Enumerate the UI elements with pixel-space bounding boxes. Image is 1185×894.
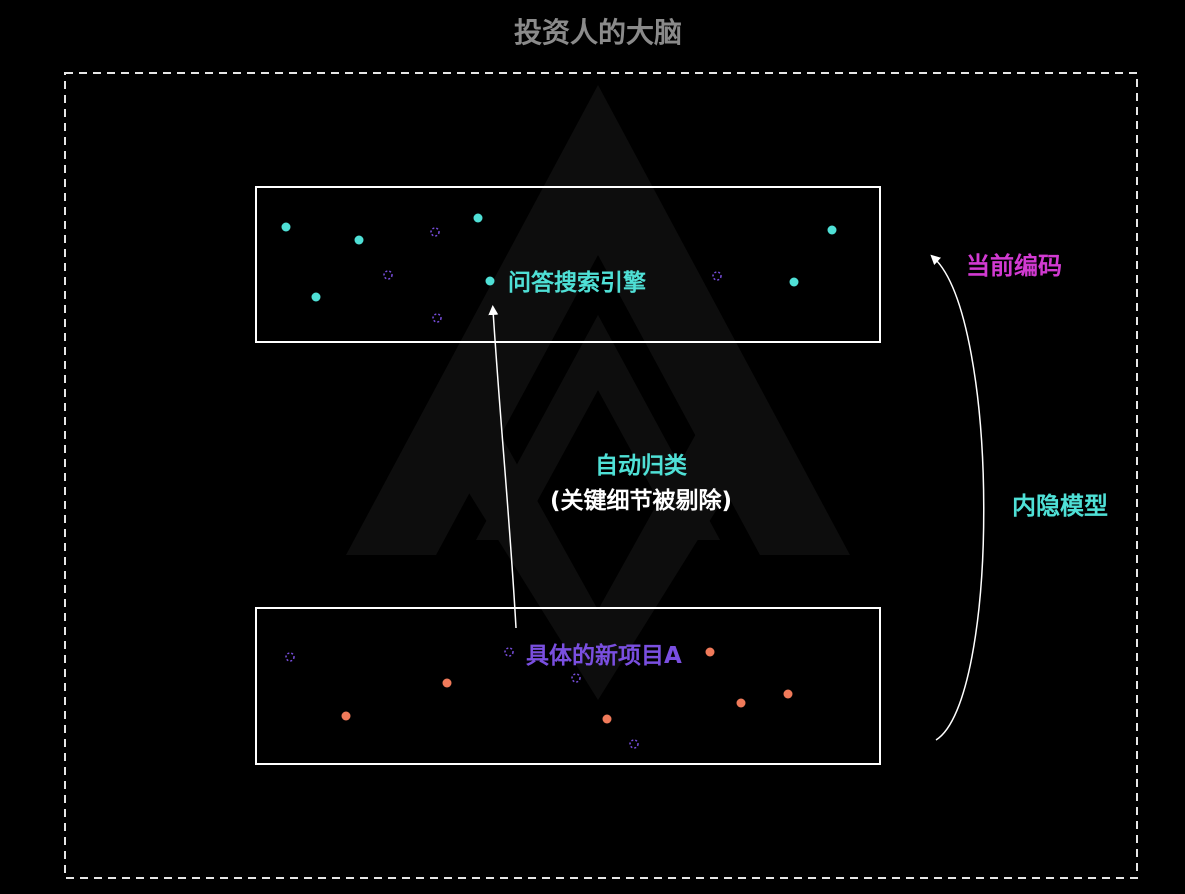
purple-dashed-dot (432, 313, 442, 323)
current-encoding-label: 当前编码 (966, 252, 1062, 280)
orange-dot (783, 689, 793, 699)
orange-dot (736, 698, 746, 708)
cyan-dot (473, 213, 483, 223)
cyan-dot (354, 235, 364, 245)
purple-dashed-dot (712, 271, 722, 281)
purple-dashed-dot (285, 652, 295, 662)
new-project-label: 具体的新项目A (526, 642, 682, 669)
orange-dot (442, 678, 452, 688)
cyan-dot (789, 277, 799, 287)
orange-dot (341, 711, 351, 721)
search-engine-label: 问答搜索引擎 (508, 269, 646, 296)
cyan-dot (827, 225, 837, 235)
page-title: 投资人的大脑 (514, 16, 682, 49)
purple-dashed-dot (571, 673, 581, 683)
brain-diagram: 投资人的大脑 问答搜索引擎 具体的新项目A 自动归类 (关键细节被剔除) 当前编… (64, 16, 1138, 879)
purple-dashed-dot (430, 227, 440, 237)
implicit-model-arrow (930, 254, 985, 741)
orange-dot (602, 714, 612, 724)
orange-dot (705, 647, 715, 657)
auto-classify-label: 自动归类 (595, 452, 687, 479)
cyan-dot (281, 222, 291, 232)
purple-dashed-dot (383, 270, 393, 280)
cyan-dot (485, 276, 495, 286)
implicit-model-label: 内隐模型 (1012, 492, 1108, 520)
purple-dashed-dot (629, 739, 639, 749)
details-removed-label: (关键细节被剔除) (550, 487, 732, 514)
purple-dashed-dot (504, 647, 514, 657)
cyan-dot (311, 292, 321, 302)
